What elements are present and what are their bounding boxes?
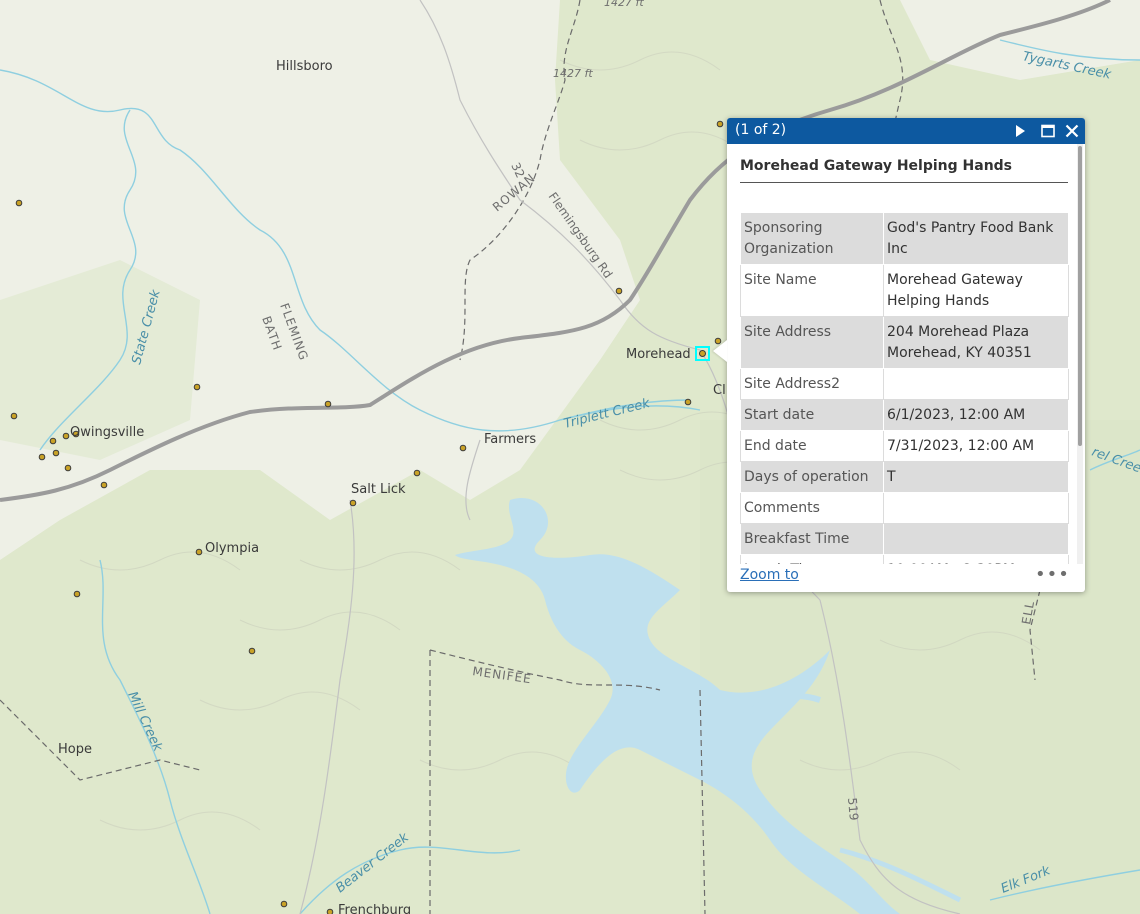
field-value: 7/31/2023, 12:00 AM	[883, 430, 1069, 462]
table-row: Breakfast Time	[740, 523, 1069, 555]
field-name: End date	[740, 430, 884, 462]
field-value	[883, 368, 1069, 400]
site-marker	[684, 398, 692, 406]
close-icon[interactable]	[1062, 121, 1082, 141]
table-row: Comments	[740, 492, 1069, 524]
field-name: Sponsoring Organization	[740, 212, 884, 265]
elevation-label: 1427 ft	[553, 67, 593, 80]
site-marker	[349, 499, 357, 507]
table-row: Days of operation T	[740, 461, 1069, 493]
more-options-icon[interactable]: •••	[1035, 564, 1070, 585]
elevation-label: 1427 ft	[604, 0, 644, 9]
place-label: Morehead	[626, 347, 691, 362]
table-row: Site Name Morehead Gateway Helping Hands	[740, 264, 1069, 317]
place-label: Cl	[713, 383, 726, 398]
field-value: God's Pantry Food Bank Inc	[883, 212, 1069, 265]
field-value: Morehead Gateway Helping Hands	[883, 264, 1069, 317]
site-marker	[10, 412, 18, 420]
field-name: Start date	[740, 399, 884, 431]
field-value: 10:00AM - 2:30PM	[883, 554, 1069, 564]
scrollbar-thumb[interactable]	[1078, 146, 1082, 446]
road-label: 519	[845, 797, 861, 821]
attribute-table: Sponsoring Organization God's Pantry Foo…	[740, 212, 1069, 564]
field-value: 6/1/2023, 12:00 AM	[883, 399, 1069, 431]
field-name: Comments	[740, 492, 884, 524]
site-marker	[62, 432, 70, 440]
popup-feature-counter: (1 of 2)	[735, 122, 787, 138]
field-value: T	[883, 461, 1069, 493]
site-marker	[326, 908, 334, 914]
popup-header: (1 of 2)	[727, 118, 1085, 144]
site-marker	[64, 464, 72, 472]
table-row: Site Address 204 Morehead Plaza Morehead…	[740, 316, 1069, 369]
site-marker	[15, 199, 23, 207]
field-name: Site Name	[740, 264, 884, 317]
field-value	[883, 492, 1069, 524]
field-name: Breakfast Time	[740, 523, 884, 555]
table-row: End date 7/31/2023, 12:00 AM	[740, 430, 1069, 462]
place-label: Olympia	[205, 541, 259, 556]
place-label: Hillsboro	[276, 59, 333, 74]
field-value	[883, 523, 1069, 555]
table-row: Lunch Time 10:00AM - 2:30PM	[740, 554, 1069, 564]
place-label: Frenchburg	[338, 903, 411, 914]
site-marker	[716, 120, 724, 128]
table-row: Start date 6/1/2023, 12:00 AM	[740, 399, 1069, 431]
site-marker	[248, 647, 256, 655]
site-marker	[413, 469, 421, 477]
popup-content[interactable]: Morehead Gateway Helping Hands Sponsorin…	[727, 144, 1077, 564]
selected-site-marker	[699, 350, 706, 357]
place-label: Hope	[58, 742, 92, 757]
place-label: Owingsville	[70, 425, 144, 440]
field-name: Site Address	[740, 316, 884, 369]
site-marker	[324, 400, 332, 408]
play-icon[interactable]	[1010, 121, 1030, 141]
place-label: Farmers	[484, 432, 536, 447]
popup-title: Morehead Gateway Helping Hands	[740, 158, 1068, 183]
popup-pointer	[713, 340, 727, 362]
popup-footer: Zoom to •••	[727, 564, 1085, 592]
feature-popup: (1 of 2) Morehead Gateway Helping Hands …	[713, 118, 1085, 592]
site-marker	[459, 444, 467, 452]
place-label: Salt Lick	[351, 482, 406, 497]
site-marker	[49, 437, 57, 445]
zoom-to-link[interactable]: Zoom to	[740, 567, 799, 583]
site-marker	[38, 453, 46, 461]
table-row: Site Address2	[740, 368, 1069, 400]
site-marker	[193, 383, 201, 391]
field-name: Lunch Time	[740, 554, 884, 564]
site-marker	[615, 287, 623, 295]
popup-scrollbar[interactable]	[1077, 144, 1083, 564]
site-marker	[280, 900, 288, 908]
site-marker	[73, 590, 81, 598]
field-name: Site Address2	[740, 368, 884, 400]
table-row: Sponsoring Organization God's Pantry Foo…	[740, 212, 1069, 265]
site-marker	[195, 548, 203, 556]
maximize-icon[interactable]	[1038, 121, 1058, 141]
site-marker	[100, 481, 108, 489]
field-value: 204 Morehead Plaza Morehead, KY 40351	[883, 316, 1069, 369]
field-name: Days of operation	[740, 461, 884, 493]
site-marker	[52, 449, 60, 457]
